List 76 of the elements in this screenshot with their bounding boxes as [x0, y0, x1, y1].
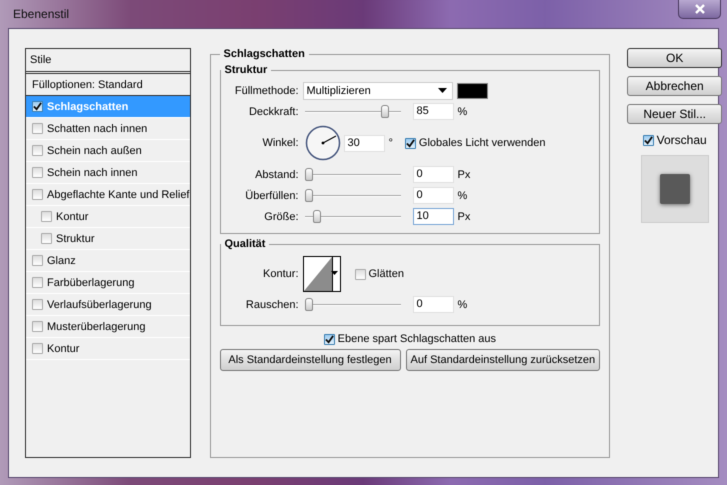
slider-thumb[interactable] — [304, 189, 312, 202]
checkbox-label: Vorschau — [656, 133, 707, 147]
close-button[interactable] — [678, 0, 721, 19]
field-label: Größe: — [263, 210, 300, 222]
checkbox[interactable] — [41, 233, 52, 244]
dialog-button[interactable]: Neuer Stil... — [627, 104, 722, 124]
style-item[interactable]: Schein nach außen — [26, 140, 190, 162]
checkbox[interactable] — [642, 134, 654, 146]
default-button[interactable]: Als Standardeinstellung festlegen — [220, 349, 400, 371]
value-field[interactable]: 0 — [412, 166, 454, 183]
contour-picker[interactable] — [302, 256, 340, 292]
field-label: Deckkraft: — [248, 106, 300, 118]
style-item[interactable]: Musterüberlagerung — [26, 316, 190, 338]
unit-label: % — [458, 298, 468, 310]
contour-curve-icon — [304, 257, 332, 291]
checkbox[interactable] — [32, 277, 43, 288]
angle-field[interactable]: 30 — [344, 134, 384, 152]
dialog-button[interactable]: OK — [627, 48, 722, 68]
field-label: Rauschen: — [244, 298, 300, 310]
checkbox-label: Ebene spart Schlagschatten aus — [338, 333, 496, 345]
checkbox[interactable] — [32, 255, 43, 266]
noise-field[interactable]: 0 — [412, 296, 454, 313]
slider-thumb[interactable] — [304, 298, 312, 311]
dialog-button[interactable]: Abbrechen — [627, 76, 722, 96]
checkbox[interactable] — [324, 334, 335, 344]
checkbox[interactable] — [404, 138, 416, 148]
unit-label: ° — [388, 137, 393, 149]
slider-thumb[interactable] — [304, 168, 312, 181]
checkbox[interactable] — [32, 343, 43, 354]
style-item[interactable]: Farbüberlagerung — [26, 272, 190, 294]
checkbox[interactable] — [32, 123, 43, 134]
style-item[interactable]: Abgeflachte Kante und Relief — [26, 184, 190, 206]
field-label: Kontur: — [262, 268, 300, 280]
checkbox[interactable] — [354, 268, 366, 280]
checkbox[interactable] — [32, 299, 43, 310]
unit-label: % — [458, 106, 468, 118]
style-item[interactable]: Schein nach innen — [26, 162, 190, 184]
checkbox[interactable] — [32, 145, 43, 156]
style-item[interactable]: Verlaufsüberlagerung — [26, 294, 190, 316]
checkbox[interactable] — [32, 167, 43, 178]
opacity-field[interactable]: 85 — [412, 103, 454, 120]
caret-icon — [330, 271, 338, 275]
group-title: Struktur — [224, 64, 268, 76]
unit-label: Px — [458, 210, 470, 222]
style-item[interactable]: Kontur — [26, 206, 190, 228]
checkbox-label: Globales Licht verwenden — [418, 137, 546, 149]
field-label: Abstand: — [254, 168, 300, 180]
window-title: Ebenenstil — [13, 7, 70, 21]
slider-thumb[interactable] — [313, 210, 322, 223]
field-label: Füllmethode: — [234, 84, 300, 96]
default-button[interactable]: Auf Standardeinstellung zurücksetzen — [406, 349, 600, 371]
color-swatch[interactable] — [456, 82, 488, 98]
value-field[interactable]: 0 — [412, 187, 454, 204]
checkbox[interactable] — [32, 101, 43, 112]
slider-thumb[interactable] — [381, 105, 390, 118]
angle-dial[interactable] — [304, 125, 340, 161]
checkbox[interactable] — [32, 321, 43, 332]
style-item[interactable]: Schatten nach innen — [26, 118, 190, 140]
checkbox[interactable] — [32, 189, 43, 200]
blend-mode-dropdown[interactable]: Multiplizieren — [302, 82, 452, 100]
list-header: Stile — [26, 49, 190, 74]
checkbox[interactable] — [41, 211, 52, 222]
field-label: Überfüllen: — [244, 190, 300, 202]
field-label: Winkel: — [261, 137, 300, 149]
unit-label: % — [458, 190, 468, 202]
unit-label: Px — [458, 168, 470, 180]
style-item[interactable]: Kontur — [26, 338, 190, 360]
checkbox-label: Glätten — [368, 268, 404, 280]
preview-square — [660, 174, 690, 204]
section-title: Schlagschatten — [222, 48, 306, 60]
close-icon — [694, 4, 706, 14]
caret-icon — [438, 88, 446, 93]
group-title: Qualität — [224, 238, 266, 250]
value-field[interactable]: 10 — [412, 208, 454, 225]
style-item[interactable]: Glanz — [26, 250, 190, 272]
style-item[interactable]: Struktur — [26, 228, 190, 250]
